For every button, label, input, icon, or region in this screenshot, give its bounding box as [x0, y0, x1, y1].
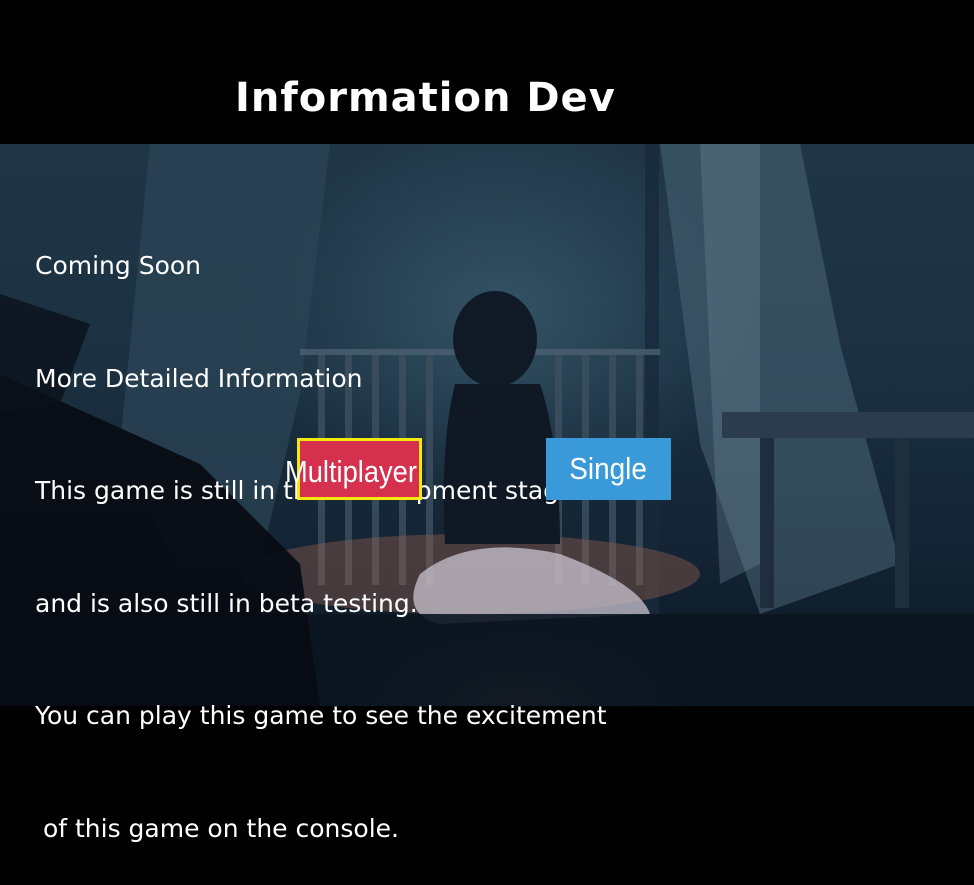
single-button[interactable]: Single [546, 438, 671, 500]
info-text-block: Coming Soon More Detailed Information Th… [35, 172, 607, 885]
info-line: and is also still in beta testing. [35, 588, 418, 618]
page-title: Information Dev [235, 75, 616, 121]
info-line: More Detailed Information [35, 363, 363, 393]
info-line: You can play this game to see the excite… [35, 701, 607, 730]
info-line: of this game on the console. [35, 813, 399, 843]
multiplayer-button[interactable]: Multiplayer [285, 452, 417, 492]
single-button-label: Single [569, 451, 648, 486]
info-line: Coming Soon [35, 251, 202, 280]
